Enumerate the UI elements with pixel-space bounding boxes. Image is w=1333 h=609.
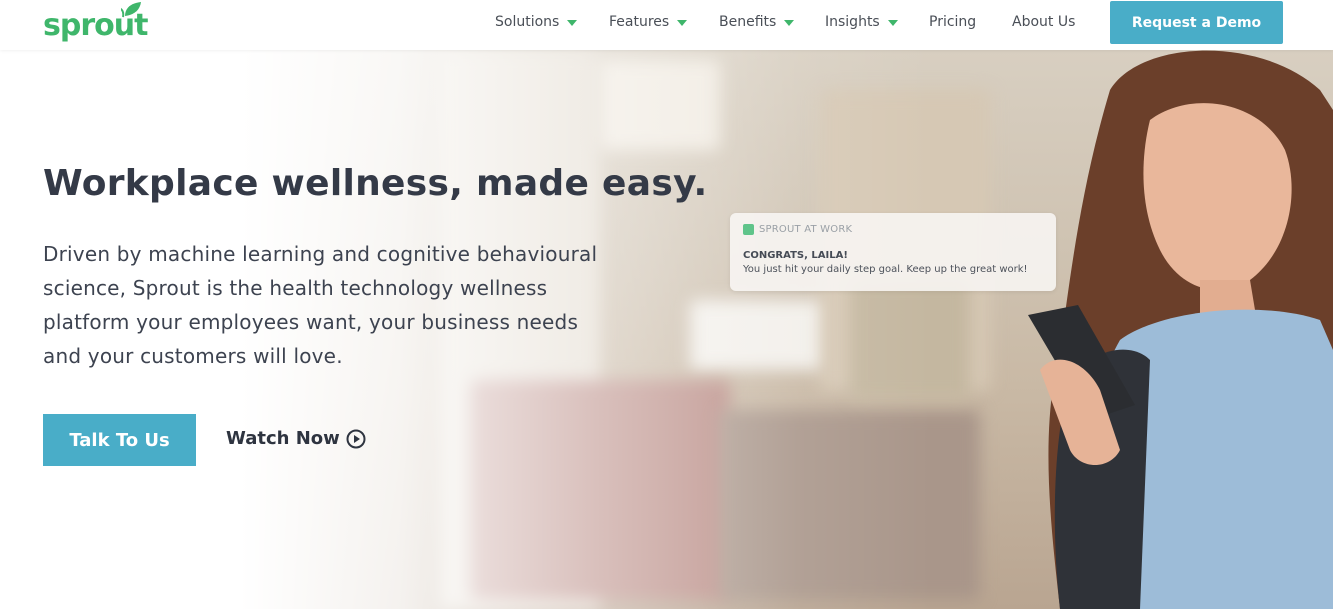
nav-insights[interactable]: Insights	[825, 14, 898, 30]
chevron-down-icon	[567, 19, 578, 26]
nav-solutions-label: Solutions	[495, 14, 560, 30]
hero-subtext: Driven by machine learning and cognitive…	[43, 242, 598, 368]
notification-title: CONGRATS, LAILA!	[743, 250, 848, 261]
hero-headline: Workplace wellness, made easy.	[43, 163, 708, 204]
chevron-down-icon	[677, 19, 688, 26]
notification-header: SPROUT AT WORK	[743, 224, 852, 235]
chevron-down-icon	[784, 19, 795, 26]
woman-with-phone-image	[1028, 50, 1333, 609]
nav-pricing-label: Pricing	[929, 14, 977, 30]
nav-insights-label: Insights	[825, 14, 880, 30]
sprout-logo[interactable]: sprout	[43, 2, 148, 46]
nav-features-label: Features	[609, 14, 670, 30]
nav-features[interactable]: Features	[609, 14, 688, 30]
site-header: sprout Solutions Features Benefits Insig…	[0, 0, 1333, 50]
request-demo-button[interactable]: Request a Demo	[1110, 1, 1283, 44]
nav-pricing[interactable]: Pricing	[929, 14, 976, 30]
watch-now-button[interactable]: Watch Now	[226, 428, 366, 449]
nav-about-us-label: About Us	[1012, 14, 1076, 30]
chevron-down-icon	[887, 19, 898, 26]
leaf-icon	[121, 2, 141, 18]
talk-to-us-button[interactable]: Talk To Us	[43, 414, 196, 466]
sprout-app-icon	[743, 224, 754, 235]
watch-now-label: Watch Now	[226, 428, 340, 449]
notification-card: SPROUT AT WORK CONGRATS, LAILA! You just…	[730, 213, 1056, 291]
nav-benefits-label: Benefits	[719, 14, 777, 30]
hero-section: Workplace wellness, made easy. Driven by…	[0, 50, 1333, 609]
nav-solutions[interactable]: Solutions	[495, 14, 578, 30]
notification-body: You just hit your daily step goal. Keep …	[743, 264, 1028, 275]
play-circle-icon	[346, 429, 366, 448]
nav-about-us[interactable]: About Us	[1012, 14, 1075, 30]
notification-app-name: SPROUT AT WORK	[759, 224, 853, 235]
nav-benefits[interactable]: Benefits	[719, 14, 795, 30]
